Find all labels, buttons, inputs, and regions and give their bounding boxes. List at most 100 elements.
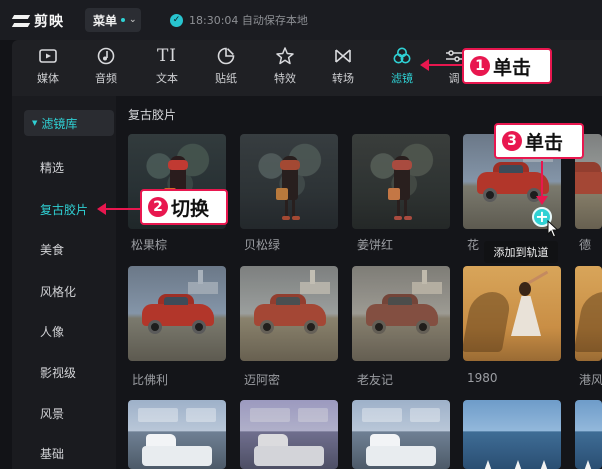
car-window xyxy=(499,165,523,173)
sticker-icon xyxy=(217,47,235,65)
wheel xyxy=(416,320,430,334)
filter-card-pearl-green[interactable] xyxy=(240,134,338,229)
thumbnail-image xyxy=(362,408,402,422)
bag xyxy=(388,188,400,200)
filter-label: 姜饼红 xyxy=(357,238,394,252)
filter-card[interactable] xyxy=(128,400,226,469)
tab-sticker[interactable]: 贴纸 xyxy=(202,46,250,92)
menu-button[interactable]: 菜单 ⌄ xyxy=(85,8,141,32)
filter-card[interactable] xyxy=(463,400,561,469)
thumbnail-image xyxy=(483,460,493,469)
sidebar-item-label: 精选 xyxy=(40,160,65,175)
shoe xyxy=(282,216,290,220)
sidebar-item-food[interactable]: 美食 xyxy=(12,236,116,262)
dancer-arm xyxy=(527,270,549,285)
tab-label: 音频 xyxy=(95,72,117,85)
effects-icon xyxy=(276,47,294,65)
annotation-arrow xyxy=(536,161,548,205)
thumbnail-image xyxy=(583,460,593,469)
app-name: 剪映 xyxy=(34,14,64,30)
chevron-down-icon: ⌄ xyxy=(129,15,137,25)
filter-label: 港风 xyxy=(579,373,602,387)
scarf xyxy=(280,160,300,170)
thumbnail-image xyxy=(188,282,218,294)
sidebar-item-featured[interactable]: 精选 xyxy=(12,154,116,180)
text-icon: TI xyxy=(156,46,178,66)
top-bar: 剪映 菜单 ⌄ ✓ 18:30:04 自动保存本地 xyxy=(0,0,602,40)
shoe xyxy=(404,216,412,220)
sidebar-item-portrait[interactable]: 人像 xyxy=(12,318,116,344)
wheel xyxy=(304,320,318,334)
annotation-arrow xyxy=(420,59,462,71)
wheel xyxy=(148,320,162,334)
step-text: 单击 xyxy=(493,56,532,79)
filter-card-miami[interactable] xyxy=(240,266,338,361)
media-icon xyxy=(39,49,57,63)
filter-label: 松果棕 xyxy=(131,238,168,252)
scarf xyxy=(392,160,412,170)
tower xyxy=(422,270,427,284)
step-number: 3 xyxy=(502,131,522,151)
step-number: 2 xyxy=(148,197,168,217)
sign xyxy=(298,408,328,422)
step-text: 单击 xyxy=(525,131,564,154)
sidebar-item-label: 影视级 xyxy=(40,365,77,380)
tab-label: 文本 xyxy=(156,72,178,85)
menu-label: 菜单 xyxy=(93,13,118,28)
filter-card-friends[interactable] xyxy=(352,266,450,361)
shoe xyxy=(292,216,300,220)
sidebar-item-label: 美食 xyxy=(40,242,65,257)
filter-card-beverly[interactable] xyxy=(128,266,226,361)
tab-filter[interactable]: 滤镜 xyxy=(378,46,426,92)
filter-label: 迈阿密 xyxy=(244,373,281,387)
mouse-cursor-icon xyxy=(547,220,559,238)
truck xyxy=(142,446,212,466)
tab-media[interactable]: 媒体 xyxy=(24,46,72,92)
filter-card[interactable] xyxy=(240,400,338,469)
tower xyxy=(198,270,203,284)
bag xyxy=(276,188,288,200)
sidebar-item-basic[interactable]: 基础 xyxy=(12,440,116,466)
filter-icon xyxy=(393,47,411,64)
tab-label: 贴纸 xyxy=(215,72,237,85)
truck xyxy=(254,446,324,466)
dancer-dress xyxy=(511,296,541,336)
tab-text[interactable]: TI 文本 xyxy=(143,46,191,92)
save-status: ✓ 18:30:04 自动保存本地 xyxy=(170,12,308,28)
app-logo: 剪映 xyxy=(12,11,64,31)
tab-effects[interactable]: 特效 xyxy=(261,46,309,92)
sidebar-item-cinematic[interactable]: 影视级 xyxy=(12,359,116,385)
tab-label: 滤镜 xyxy=(391,72,413,85)
filter-label: 贝松绿 xyxy=(244,238,281,252)
audio-icon xyxy=(97,47,115,65)
add-to-track-tooltip: 添加到轨道 xyxy=(484,241,558,263)
sidebar-item-label: 基础 xyxy=(40,446,65,461)
annotation-step-1: 1 单击 xyxy=(462,48,552,84)
filter-label: 1980 xyxy=(467,371,498,385)
boat xyxy=(539,460,549,469)
annotation-arrow xyxy=(97,203,140,215)
caret-down-icon: ▼ xyxy=(32,119,38,127)
tab-transition[interactable]: 转场 xyxy=(319,46,367,92)
annotation-step-3: 3 单击 xyxy=(494,123,584,159)
sidebar-item-stylized[interactable]: 风格化 xyxy=(12,278,116,304)
filter-card-gingerbread-red[interactable] xyxy=(352,134,450,229)
thumbnail-image xyxy=(250,408,290,422)
car-window xyxy=(164,297,188,305)
filter-card[interactable] xyxy=(352,400,450,469)
thumbnail-image xyxy=(463,292,513,352)
tab-audio[interactable]: 音频 xyxy=(82,46,130,92)
step-text: 切换 xyxy=(171,197,210,220)
filter-label: 老友记 xyxy=(357,373,394,387)
annotation-step-2: 2 切换 xyxy=(140,189,228,225)
sidebar-item-landscape[interactable]: 风景 xyxy=(12,400,116,426)
thumbnail-image xyxy=(300,282,330,294)
filter-card-1980[interactable] xyxy=(463,266,561,361)
filter-label: 德 xyxy=(579,238,592,252)
step-number: 1 xyxy=(470,56,490,76)
transition-icon xyxy=(335,49,351,63)
filter-card[interactable] xyxy=(575,400,602,469)
truck xyxy=(366,446,436,466)
sidebar-item-filter-library[interactable]: ▼ 滤镜库 xyxy=(24,110,114,136)
filter-card-hk-style[interactable] xyxy=(575,266,602,361)
